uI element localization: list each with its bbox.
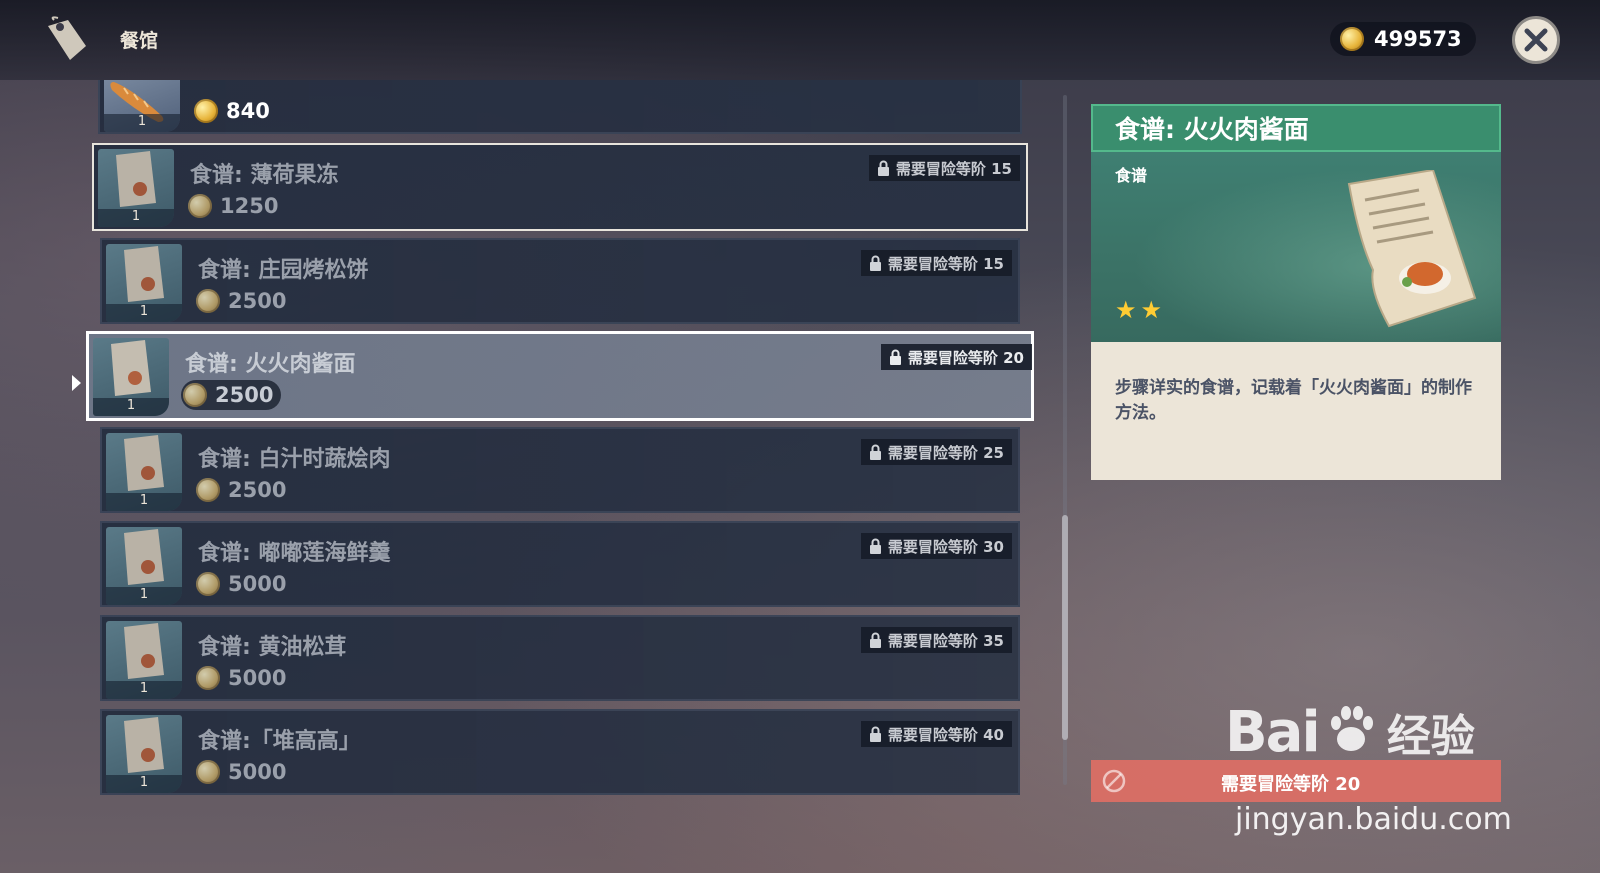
- item-name: 食谱: 庄园烤松饼: [198, 258, 369, 283]
- item-name: 食谱: 火火肉酱面: [185, 352, 356, 377]
- item-thumbnail: 1: [106, 621, 182, 699]
- detail-description: 步骤详实的食谱，记载着「火火肉酱面」的制作方法。: [1091, 342, 1501, 480]
- recipe-scroll-icon: [124, 435, 164, 491]
- mora-coin-icon: [1340, 27, 1364, 51]
- item-thumbnail: 1: [106, 433, 182, 511]
- item-detail-panel: 食谱: 火火肉酱面 食谱 ★ ★ 步骤详实的食谱，记载着「火火肉酱面」的制作方法…: [1091, 104, 1501, 480]
- close-icon: [1524, 28, 1548, 52]
- item-price: 2500: [194, 286, 294, 316]
- shop-item[interactable]: 1 食谱: 黄油松茸 5000 需要冒险等阶 35: [100, 615, 1020, 701]
- detail-artwork: 食谱 ★ ★: [1091, 152, 1501, 342]
- lock-icon: [877, 160, 889, 176]
- item-name: 食谱: 黄油松茸: [198, 635, 347, 660]
- purchase-button[interactable]: 需要冒险等阶 20: [1091, 760, 1501, 802]
- mora-coin-icon: [196, 289, 220, 313]
- item-name: 食谱: 白汁时蔬烩肉: [198, 447, 391, 472]
- recipe-scroll-icon: [124, 717, 164, 773]
- item-name: 食谱:「堆高高」: [198, 729, 361, 754]
- item-name: 食谱: 嘟嘟莲海鲜羹: [198, 541, 391, 566]
- shop-item[interactable]: 1 食谱: 白汁时蔬烩肉 2500 需要冒险等阶 25: [100, 427, 1020, 513]
- item-price: 5000: [194, 569, 294, 599]
- item-price: 5000: [194, 757, 294, 787]
- recipe-scroll-icon: [111, 340, 151, 396]
- item-thumbnail: 1: [106, 715, 182, 793]
- item-price: 2500: [194, 475, 294, 505]
- shop-item[interactable]: 1 食谱: 庄园烤松饼 2500 需要冒险等阶 15: [100, 238, 1020, 324]
- mora-coin-icon: [183, 383, 207, 407]
- detail-header: 食谱: 火火肉酱面: [1091, 104, 1501, 152]
- lock-icon: [869, 726, 881, 742]
- rank-requirement-badge: 需要冒险等阶 30: [860, 533, 1012, 559]
- lock-icon: [889, 349, 901, 365]
- paw-icon: [1330, 706, 1373, 751]
- rank-requirement-badge: 需要冒险等阶 25: [860, 439, 1012, 465]
- rank-requirement-badge: 需要冒险等阶 15: [868, 155, 1020, 181]
- mora-coin-icon: [196, 666, 220, 690]
- prohibited-icon: [1102, 769, 1126, 793]
- item-price: 1250: [186, 191, 286, 221]
- mora-coin-icon: [196, 478, 220, 502]
- mora-coin-icon: [188, 194, 212, 218]
- mora-coin-icon: [194, 99, 218, 123]
- price-tag-icon: [48, 16, 86, 60]
- shop-item-selected[interactable]: 1 食谱: 火火肉酱面 2500 需要冒险等阶 20: [86, 331, 1034, 421]
- shop-item-list[interactable]: 1 840 1 食谱: 薄荷果冻 1250 需要冒险等阶 15 1 食谱: 庄园…: [80, 80, 1060, 800]
- item-thumbnail: 1: [93, 338, 169, 416]
- rank-requirement-badge: 需要冒险等阶 35: [860, 627, 1012, 653]
- lock-icon: [869, 538, 881, 554]
- currency-display: 499573: [1330, 22, 1476, 56]
- recipe-scroll-icon: [1347, 170, 1477, 328]
- item-thumbnail: 1: [98, 149, 174, 227]
- shop-item[interactable]: 1 食谱: 嘟嘟莲海鲜羹 5000 需要冒险等阶 30: [100, 521, 1020, 607]
- watermark-url: jingyan.baidu.com: [1235, 802, 1512, 837]
- baidu-watermark: Bai 经验: [1225, 700, 1475, 765]
- detail-category: 食谱: [1115, 166, 1148, 185]
- currency-amount: 499573: [1374, 27, 1462, 51]
- item-name: 食谱: 薄荷果冻: [190, 163, 339, 188]
- shop-item[interactable]: 1 食谱: 薄荷果冻 1250 需要冒险等阶 15: [92, 143, 1028, 231]
- recipe-scroll-icon: [116, 151, 156, 207]
- rank-requirement-badge: 需要冒险等阶 20: [880, 344, 1032, 370]
- recipe-scroll-icon: [124, 529, 164, 585]
- selection-arrow-icon: [72, 375, 81, 391]
- lock-icon: [869, 444, 881, 460]
- item-thumbnail: 1: [106, 527, 182, 605]
- recipe-scroll-icon: [124, 246, 164, 302]
- shop-item[interactable]: 1 840: [98, 80, 1022, 134]
- item-thumbnail: 1: [106, 244, 182, 322]
- shop-item[interactable]: 1 食谱:「堆高高」 5000 需要冒险等阶 40: [100, 709, 1020, 795]
- watermark-brand-cn: 经验: [1386, 711, 1475, 762]
- lock-icon: [869, 255, 881, 271]
- star-icon: ★: [1140, 296, 1163, 324]
- rank-requirement-badge: 需要冒险等阶 15: [860, 250, 1012, 276]
- star-icon: ★: [1115, 296, 1137, 324]
- mora-coin-icon: [196, 572, 220, 596]
- watermark-brand: Bai: [1225, 700, 1321, 765]
- shop-title: 餐馆: [120, 30, 159, 52]
- top-bar: 餐馆 499573: [0, 0, 1600, 80]
- list-scrollbar-thumb[interactable]: [1062, 515, 1068, 740]
- rank-requirement-badge: 需要冒险等阶 40: [860, 721, 1012, 747]
- item-thumbnail: 1: [104, 80, 180, 132]
- item-price: 840: [192, 96, 278, 126]
- rarity-stars: ★ ★: [1115, 298, 1162, 322]
- detail-title: 食谱: 火火肉酱面: [1115, 115, 1309, 144]
- item-price: 2500: [181, 380, 282, 410]
- lock-icon: [869, 632, 881, 648]
- purchase-button-label: 需要冒险等阶 20: [1221, 774, 1361, 795]
- mora-coin-icon: [196, 760, 220, 784]
- item-price: 5000: [194, 663, 294, 693]
- recipe-scroll-icon: [124, 623, 164, 679]
- close-button[interactable]: [1512, 16, 1560, 64]
